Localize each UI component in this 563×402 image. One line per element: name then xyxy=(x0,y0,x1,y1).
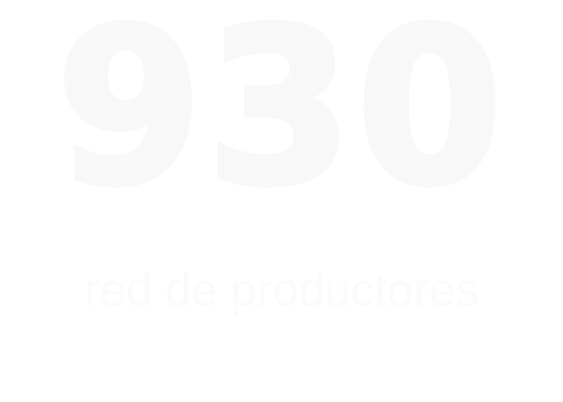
stat-block: 930 red de productores xyxy=(0,0,563,402)
stat-number: 930 xyxy=(53,0,507,233)
stat-caption: red de productores xyxy=(84,263,479,316)
